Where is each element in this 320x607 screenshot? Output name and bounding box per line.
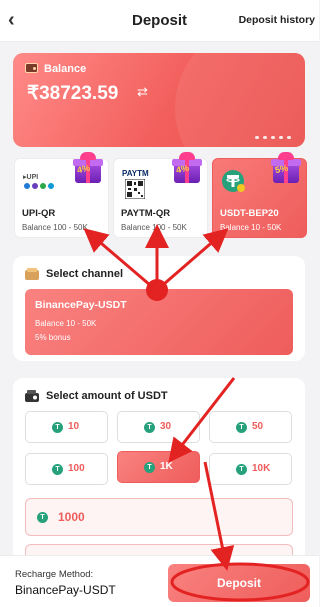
tether-coin-icon: T [144,462,155,473]
channel-icon [25,268,39,280]
refresh-icon[interactable]: ⇄ [137,84,148,100]
tether-coin-icon: T [236,422,247,433]
channel-section: Select channel BinancePay-USDT Balance 1… [13,256,305,361]
balance-card: Balance ₹38723.59 ⇄ [13,53,305,147]
section-title: Select amount of USDT [46,390,168,402]
method-name: USDT-BEP20 [220,208,279,219]
amount-option-10k[interactable]: T 10K [209,453,292,485]
balance-amount: ₹38723.59 [27,83,119,104]
deposit-button[interactable]: Deposit [168,564,310,602]
coins-icon [25,390,39,402]
recharge-method-label: Recharge Method: [15,569,94,580]
deposit-history-link[interactable]: Deposit history [239,14,315,26]
channel-option-binancepay-usdt[interactable]: BinancePay-USDT Balance 10 - 50K 5% bonu… [25,289,293,355]
method-name: UPI-QR [22,208,56,219]
amount-section: Select amount of USDT T 10 T 30 T 50 T 1… [13,378,305,568]
channel-name: BinancePay-USDT [35,299,127,311]
tether-logo-icon [221,169,245,198]
method-balance: Balance 10 - 50K [220,223,282,232]
method-balance: Balance 100 - 50K [121,223,187,232]
method-card-usdt-bep20[interactable]: 5% USDT-BEP20 Balance 10 - 50K [212,152,307,238]
carousel-dots [255,136,291,139]
method-card-upi-qr[interactable]: ▸UPI 4% UPI-QR Balance 100 - 50K [14,152,109,238]
tether-coin-icon: T [52,422,63,433]
recharge-method-value: BinancePay-USDT [15,583,116,597]
channel-bonus: 5% bonus [35,333,71,342]
wallet-icon [25,63,38,73]
method-card-paytm-qr[interactable]: PAYTM 4% PAYTM-QR Balance 100 - 50K [113,152,208,238]
amount-option-50[interactable]: T 50 [209,411,292,443]
amount-option-1k[interactable]: T 1K [117,451,200,483]
amount-input-value: 1000 [58,510,85,524]
card-decoration [175,53,305,147]
paytm-logo-icon: PAYTM [122,169,149,204]
amount-option-100[interactable]: T 100 [25,453,108,485]
amount-option-30[interactable]: T 30 [117,411,200,443]
tether-coin-icon: T [37,512,48,523]
amount-input[interactable]: T 1000 [25,498,293,536]
svg-text:▸UPI: ▸UPI [23,174,38,181]
method-name: PAYTM-QR [121,208,171,219]
tether-coin-icon: T [52,464,63,475]
tether-coin-icon: T [144,422,155,433]
bonus-gift-icon: 4% [170,151,204,185]
bonus-gift-icon: 4% [71,151,105,185]
balance-label: Balance [44,63,87,75]
bottom-bar: Recharge Method: BinancePay-USDT Deposit [0,555,319,607]
amount-option-10[interactable]: T 10 [25,411,108,443]
bonus-gift-icon: 5% [269,151,303,185]
section-title: Select channel [46,268,124,280]
top-bar: ‹ Deposit Deposit history [0,0,319,42]
channel-range: Balance 10 - 50K [35,319,97,328]
tether-coin-icon: T [236,464,247,475]
upi-logo-icon: ▸UPI [22,169,55,196]
method-balance: Balance 100 - 50K [22,223,88,232]
